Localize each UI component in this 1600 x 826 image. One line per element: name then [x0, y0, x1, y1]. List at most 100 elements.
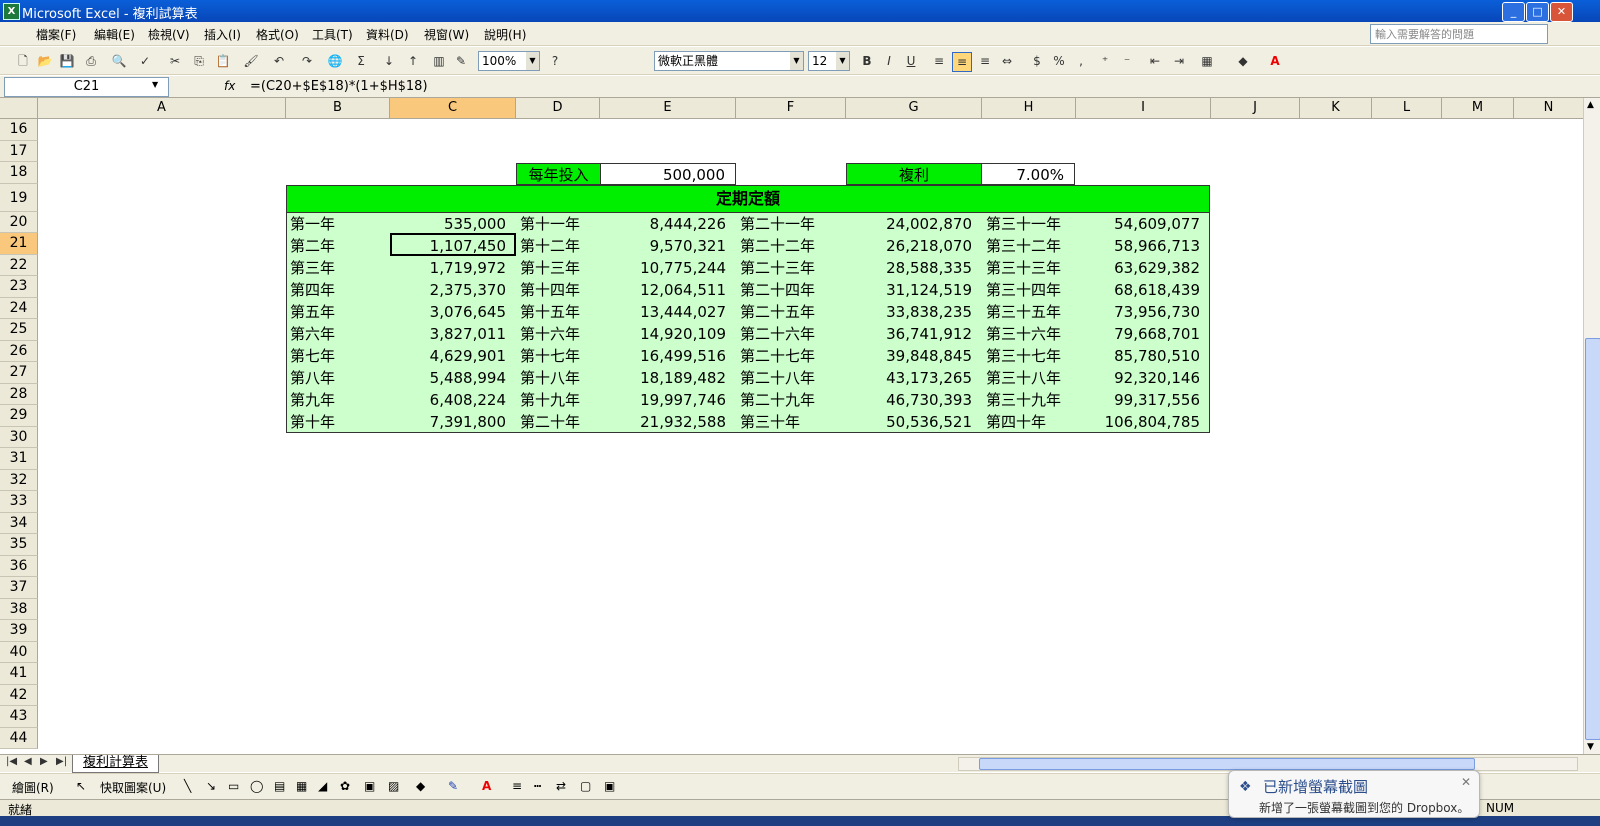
percent-button[interactable]: %: [1050, 52, 1068, 70]
year-value[interactable]: 54,609,077: [1075, 213, 1210, 235]
year-label[interactable]: 第三十一年: [982, 213, 1075, 235]
open-icon[interactable]: 📂: [36, 52, 54, 70]
align-center-icon[interactable]: ≡: [952, 52, 972, 72]
year-value[interactable]: 106,804,785: [1075, 411, 1210, 433]
column-header-k[interactable]: K: [1300, 98, 1372, 119]
increase-decimal-icon[interactable]: ⁺: [1096, 52, 1114, 70]
column-header-c[interactable]: C: [390, 98, 516, 119]
year-value[interactable]: 50,536,521: [846, 411, 982, 433]
year-label[interactable]: 第六年: [286, 323, 390, 345]
table-title[interactable]: 定期定額: [286, 185, 1210, 213]
decrease-decimal-icon[interactable]: ⁻: [1118, 52, 1136, 70]
column-header-m[interactable]: M: [1442, 98, 1514, 119]
row-header-25[interactable]: 25: [0, 319, 38, 341]
italic-button[interactable]: I: [880, 52, 898, 70]
menu-insert[interactable]: 插入(I): [204, 26, 241, 43]
hyperlink-icon[interactable]: 🌐: [326, 52, 344, 70]
menu-format[interactable]: 格式(O): [256, 26, 299, 43]
spelling-icon[interactable]: ✓: [136, 52, 154, 70]
row-header-28[interactable]: 28: [0, 383, 38, 405]
year-label[interactable]: 第十九年: [516, 389, 600, 411]
year-value[interactable]: 5,488,994: [390, 367, 516, 389]
borders-icon[interactable]: ▦: [1198, 52, 1216, 70]
3d-icon[interactable]: ▣: [604, 779, 615, 793]
year-label[interactable]: 第十二年: [516, 235, 600, 257]
column-header-a[interactable]: A: [38, 98, 286, 119]
year-value[interactable]: 36,741,912: [846, 323, 982, 345]
year-value[interactable]: 16,499,516: [600, 345, 736, 367]
maximize-button[interactable]: □: [1526, 2, 1549, 22]
horizontal-scrollbar[interactable]: [958, 757, 1578, 771]
line-color-icon[interactable]: ✎: [448, 779, 458, 793]
year-label[interactable]: 第十五年: [516, 301, 600, 323]
year-label[interactable]: 第三年: [286, 257, 390, 279]
row-header-29[interactable]: 29: [0, 405, 38, 427]
year-value[interactable]: 39,848,845: [846, 345, 982, 367]
new-icon[interactable]: 🗋: [14, 52, 32, 70]
year-value[interactable]: 79,668,701: [1075, 323, 1210, 345]
font-color-icon[interactable]: A: [1266, 52, 1284, 70]
last-sheet-icon[interactable]: ▶|: [56, 756, 67, 767]
row-header-33[interactable]: 33: [0, 491, 38, 513]
increase-indent-icon[interactable]: ⇥: [1170, 52, 1188, 70]
oval-icon[interactable]: ◯: [250, 779, 263, 793]
insert-picture-icon[interactable]: ▨: [388, 779, 399, 793]
year-label[interactable]: 第七年: [286, 345, 390, 367]
font-color-icon[interactable]: A: [482, 779, 491, 793]
year-label[interactable]: 第二十二年: [736, 235, 846, 257]
undo-icon[interactable]: ↶: [270, 52, 288, 70]
name-box[interactable]: C21: [4, 77, 169, 97]
arrow-icon[interactable]: ↘: [206, 779, 216, 793]
year-label[interactable]: 第三十四年: [982, 279, 1075, 301]
row-header-39[interactable]: 39: [0, 620, 38, 642]
year-label[interactable]: 第四十年: [982, 411, 1075, 433]
interest-rate-value[interactable]: 7.00%: [981, 163, 1075, 185]
select-objects-icon[interactable]: ↖: [76, 779, 86, 793]
year-value[interactable]: 26,218,070: [846, 235, 982, 257]
year-value[interactable]: 3,076,645: [390, 301, 516, 323]
row-header-21[interactable]: 21: [0, 233, 38, 255]
year-label[interactable]: 第二十年: [516, 411, 600, 433]
year-value[interactable]: 3,827,011: [390, 323, 516, 345]
cut-icon[interactable]: ✂: [166, 52, 184, 70]
clipart-icon[interactable]: ✿: [340, 779, 350, 793]
year-value[interactable]: 19,997,746: [600, 389, 736, 411]
fill-color-icon[interactable]: ◆: [1234, 52, 1252, 70]
column-header-h[interactable]: H: [982, 98, 1076, 119]
year-value[interactable]: 63,629,382: [1075, 257, 1210, 279]
format-painter-icon[interactable]: 🖌: [242, 52, 260, 70]
column-header-f[interactable]: F: [736, 98, 846, 119]
row-header-43[interactable]: 43: [0, 706, 38, 728]
redo-icon[interactable]: ↷: [298, 52, 316, 70]
year-label[interactable]: 第十四年: [516, 279, 600, 301]
row-header-42[interactable]: 42: [0, 684, 38, 706]
chevron-down-icon[interactable]: ▼: [790, 52, 803, 70]
help-question-input[interactable]: 輸入需要解答的問題: [1370, 24, 1548, 44]
year-value[interactable]: 33,838,235: [846, 301, 982, 323]
year-label[interactable]: 第十六年: [516, 323, 600, 345]
print-preview-icon[interactable]: 🔍: [110, 52, 128, 70]
year-label[interactable]: 第二十八年: [736, 367, 846, 389]
year-value[interactable]: 99,317,556: [1075, 389, 1210, 411]
year-label[interactable]: 第十年: [286, 411, 390, 433]
row-header-36[interactable]: 36: [0, 555, 38, 577]
year-value[interactable]: 18,189,482: [600, 367, 736, 389]
vertical-scroll-thumb[interactable]: [1585, 338, 1600, 740]
underline-button[interactable]: U: [902, 52, 920, 70]
chevron-down-icon[interactable]: ▼: [152, 80, 158, 89]
year-label[interactable]: 第二十五年: [736, 301, 846, 323]
year-value[interactable]: 10,775,244: [600, 257, 736, 279]
row-header-30[interactable]: 30: [0, 426, 38, 448]
year-value[interactable]: 24,002,870: [846, 213, 982, 235]
copy-icon[interactable]: ⎘: [190, 52, 208, 70]
row-header-17[interactable]: 17: [0, 140, 38, 162]
row-header-34[interactable]: 34: [0, 512, 38, 534]
column-header-i[interactable]: I: [1076, 98, 1211, 119]
year-value[interactable]: 28,588,335: [846, 257, 982, 279]
column-header-n[interactable]: N: [1514, 98, 1584, 119]
year-value[interactable]: 13,444,027: [600, 301, 736, 323]
year-value[interactable]: 535,000: [390, 213, 516, 235]
year-label[interactable]: 第二十三年: [736, 257, 846, 279]
picture-icon[interactable]: ▣: [364, 779, 375, 793]
textbox-icon[interactable]: ▤: [274, 779, 285, 793]
